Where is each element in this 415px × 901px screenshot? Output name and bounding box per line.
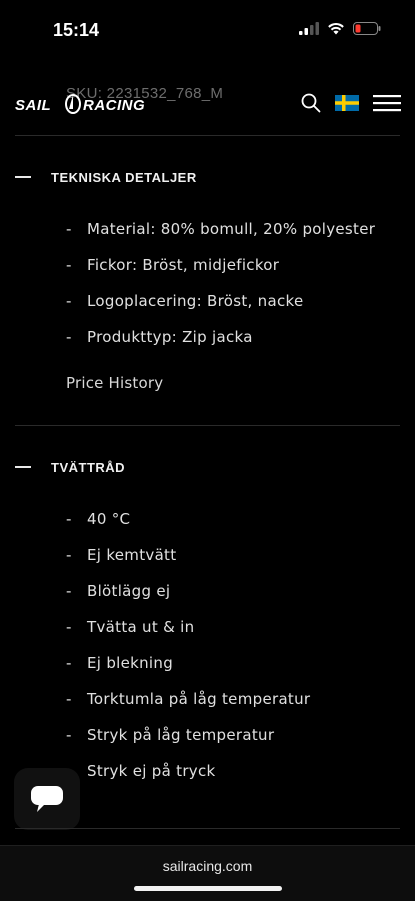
list-item: - Material: 80% bomull, 20% polyester: [66, 220, 376, 238]
list-item: Stryk ej på tryck: [87, 762, 216, 780]
status-time: 15:14: [53, 20, 100, 40]
list-item: - Stryk på låg temperatur: [66, 726, 275, 744]
section-toggle-tvattrad[interactable]: [15, 466, 31, 468]
site-header: SKU: 2231532_768_M SAIL RACING: [0, 60, 415, 140]
chat-bubble-icon: [31, 786, 63, 812]
home-indicator[interactable]: [134, 886, 282, 891]
status-icons: [299, 22, 381, 35]
list-item: - Produkttyp: Zip jacka: [66, 328, 253, 346]
collapse-minus-icon[interactable]: [15, 176, 31, 178]
list-item: - Tvätta ut & in: [66, 618, 195, 636]
menu-icon[interactable]: [373, 94, 401, 112]
list-item: -40 °C: [66, 510, 131, 528]
divider: [15, 425, 400, 426]
svg-text:RACING: RACING: [83, 97, 145, 114]
url-address[interactable]: sailracing.com: [0, 858, 415, 874]
list-item: - Ej blekning: [66, 654, 174, 672]
logo-mark: SAIL RACING: [15, 94, 145, 114]
care-list: -40 °C - Ej kemtvätt - Blötlägg ej - Tvätta…: [66, 510, 310, 798]
list-item: - Ej kemtvätt: [66, 546, 177, 564]
list-item: - Logoplacering: Bröst, nacke: [66, 292, 304, 310]
browser-bottom-bar: sailracing.com: [0, 845, 415, 901]
list-item: - Torktumla på låg temperatur: [66, 690, 311, 708]
search-icon[interactable]: [301, 93, 321, 113]
sweden-flag-icon[interactable]: [335, 95, 359, 111]
list-item: - Fickor: Bröst, midjefickor: [66, 256, 280, 274]
chat-button[interactable]: [14, 768, 80, 830]
header-actions: [301, 93, 401, 113]
section-toggle-tekniska-detaljer[interactable]: [15, 176, 31, 178]
list-item: - Blötlägg ej: [66, 582, 171, 600]
section-title[interactable]: TVÄTTRÅD: [51, 460, 125, 475]
detail-list: - Material: 80% bomull, 20% polyester - Fi…: [66, 220, 375, 364]
wifi-icon: [328, 22, 344, 35]
signal-icon: [299, 22, 319, 35]
collapse-minus-icon[interactable]: [15, 466, 31, 468]
sail-racing-logo[interactable]: SAIL RACING: [15, 87, 161, 121]
divider: [15, 828, 400, 829]
divider: [15, 135, 400, 136]
price-history-link[interactable]: Price History: [66, 374, 163, 392]
status-bar: 15:14: [0, 0, 415, 60]
battery-low-icon: [353, 22, 381, 35]
svg-text:SAIL: SAIL: [15, 97, 51, 114]
section-title[interactable]: TEKNISKA DETALJER: [51, 170, 197, 185]
